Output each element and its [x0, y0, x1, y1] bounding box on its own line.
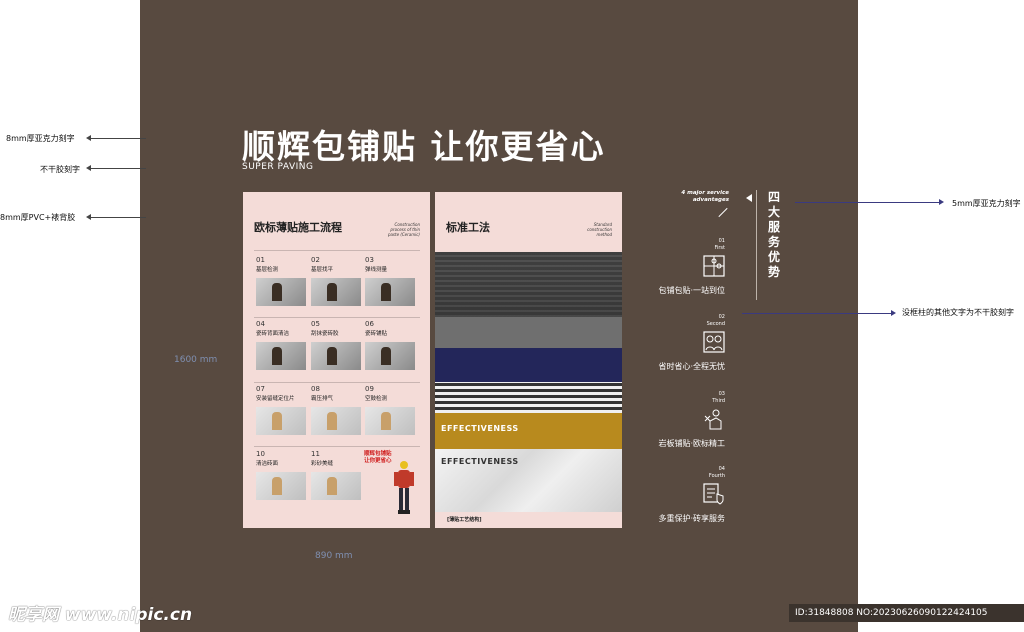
step-photo	[311, 278, 361, 306]
layer-gold: EFFECTIVENESS	[435, 413, 622, 449]
puzzle-icon	[703, 255, 725, 277]
annotation-arrow	[86, 135, 146, 141]
layer-marble: EFFECTIVENESS	[435, 449, 622, 512]
step-photo	[365, 342, 415, 370]
worker-tools-icon	[704, 409, 722, 430]
step-photo	[256, 407, 306, 435]
step-photo	[256, 278, 306, 306]
step-photo	[365, 407, 415, 435]
annotation-pvc: 8mm厚PVC+裱背胶	[0, 213, 76, 222]
divider	[254, 250, 420, 251]
handshake-icon	[703, 331, 725, 353]
services-header-en: 4 major service advantages	[681, 190, 729, 203]
annotation-other-sticker: 没框柱的其他文字为不干胶刻字	[902, 308, 1014, 317]
panel-title: 欧标薄贴施工流程	[254, 221, 342, 234]
divider-vertical	[756, 190, 757, 300]
divider	[254, 446, 420, 447]
step-item: 03 弹线测量	[365, 256, 417, 306]
dimension-height: 1600 mm	[174, 355, 218, 365]
annotation-arrow	[742, 310, 896, 316]
main-subtitle: SUPER PAVING	[242, 162, 314, 172]
standard-method-panel: 标准工法 Standard construction method EFFECT…	[435, 192, 622, 528]
annotation-sticker: 不干胶刻字	[40, 165, 80, 174]
step-photo	[311, 472, 361, 500]
step-item: 05 刮抹瓷砖胶	[311, 320, 363, 370]
divider	[254, 317, 420, 318]
step-item: 01 基层检测	[256, 256, 308, 306]
annotation-arrow	[795, 199, 944, 205]
watermark-site: 昵享网 www.nipic.cn	[8, 605, 193, 625]
layer-navy	[435, 348, 622, 382]
layer-striped	[435, 382, 622, 413]
step-photo	[311, 407, 361, 435]
layer-label: EFFECTIVENESS	[441, 424, 519, 433]
layer-gray	[435, 317, 622, 348]
main-title: 顺辉包铺贴 让你更省心	[242, 127, 606, 166]
step-item: 07 安装留缝定位片	[256, 385, 308, 435]
watermark-id: ID:31848808 NO:20230626090122424105	[789, 604, 1024, 622]
service-item: 01 First 包铺包贴·一站到位	[658, 238, 725, 295]
pointer-triangle-icon	[746, 194, 752, 202]
service-item: 02 Second 省时省心·全程无忧	[658, 314, 725, 371]
worker-figure-icon	[394, 461, 414, 514]
annotation-arrow	[86, 165, 146, 171]
annotation-arrow	[86, 214, 146, 220]
dimension-width: 890 mm	[315, 551, 353, 561]
step-photo	[256, 342, 306, 370]
step-item: 09 空鼓检测	[365, 385, 417, 435]
layer-label: EFFECTIVENESS	[441, 457, 519, 466]
promo-text: 顺辉包铺贴 让你更省心	[364, 451, 392, 464]
step-item: 04 瓷砖背面清洁	[256, 320, 308, 370]
divider	[254, 382, 420, 383]
step-item: 06 瓷砖铺贴	[365, 320, 417, 370]
step-item: 08 霸压排气	[311, 385, 363, 435]
step-photo	[311, 342, 361, 370]
layer-base-mesh	[435, 252, 622, 317]
services-vertical-title: 四大服务优势	[767, 190, 780, 279]
service-item: 03 Third 岩板铺贴·欧标精工	[658, 391, 725, 448]
step-photo	[256, 472, 306, 500]
annotation-acrylic-5mm: 5mm厚亚克力刻字	[952, 199, 1021, 208]
panel-title: 标准工法	[446, 221, 490, 234]
service-item: 04 Fourth 多重保护·砖享服务	[658, 466, 725, 523]
panel-en-note: Standard construction method	[587, 222, 612, 237]
construction-process-panel: 欧标薄贴施工流程 Construction process of thin pa…	[243, 192, 430, 528]
step-item: 10 清洁砖面	[256, 450, 308, 500]
panel-footer: [薄贴工艺结构]	[447, 517, 482, 523]
step-photo	[365, 278, 415, 306]
panel-en-note: Construction process of thin paste (Cera…	[387, 222, 420, 237]
shield-service-icon	[703, 483, 724, 505]
step-item: 11 彩砂美缝	[311, 450, 363, 500]
step-item: 02 基层找平	[311, 256, 363, 306]
annotation-acrylic-8mm: 8mm厚亚克力刻字	[6, 134, 75, 143]
